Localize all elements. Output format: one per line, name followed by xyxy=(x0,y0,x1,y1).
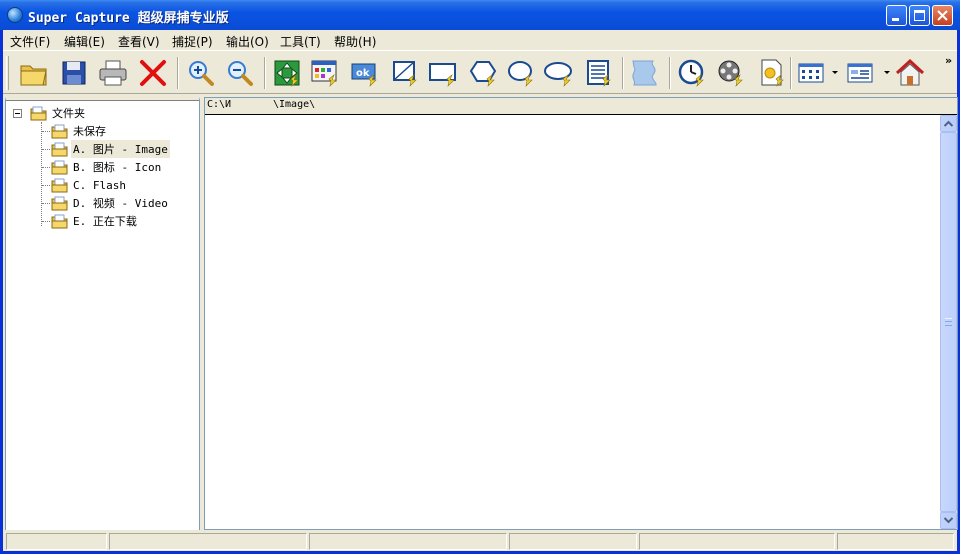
folder-icon xyxy=(51,196,68,210)
printer-icon[interactable] xyxy=(97,57,129,89)
path-prefix: C:\И xyxy=(207,99,232,110)
minimize-icon xyxy=(892,18,899,21)
timer-capture-icon[interactable] xyxy=(676,57,708,89)
capture-rounded-rect-icon[interactable] xyxy=(543,57,575,89)
image-capture-icon[interactable] xyxy=(756,57,788,89)
tree-item-label: B. 图标 - Icon xyxy=(73,161,162,174)
details-view-dropdown-arrow[interactable] xyxy=(884,71,890,74)
status-cell xyxy=(309,533,507,550)
tree-root-folder[interactable]: 文件夹 xyxy=(30,104,87,122)
scroll-down-button[interactable] xyxy=(940,512,957,529)
menu-bar: 文件(F) 编辑(E) 查看(V) 捕捉(P) 输出(O) 工具(T) 帮助(H… xyxy=(3,30,957,50)
save-disk-icon[interactable] xyxy=(58,57,90,89)
toolbar-separator xyxy=(177,57,179,89)
title-bar[interactable]: Super Capture 超级屏捕专业版 xyxy=(0,0,960,30)
zoom-out-icon[interactable] xyxy=(224,57,256,89)
maximize-icon xyxy=(914,10,925,21)
delete-x-icon[interactable] xyxy=(137,57,169,89)
tree-connector-line xyxy=(42,167,50,168)
toolbar: ok » xyxy=(3,50,957,94)
tree-item-label: C. Flash xyxy=(73,178,126,192)
tree-connector-line xyxy=(41,122,42,226)
toolbar-separator xyxy=(669,57,671,89)
grid-view-dropdown-arrow[interactable] xyxy=(832,71,838,74)
menu-edit[interactable]: 编辑(E) xyxy=(64,33,105,50)
scroll-up-button[interactable] xyxy=(940,115,957,132)
tree-item-unsaved[interactable]: 未保存 xyxy=(51,122,108,140)
tree-connector-line xyxy=(42,149,50,150)
toolbar-separator xyxy=(790,57,792,89)
maximize-button[interactable] xyxy=(909,5,930,26)
capture-window-icon[interactable] xyxy=(309,57,341,89)
grid-view-icon[interactable] xyxy=(796,57,828,89)
tree-item-image[interactable]: A. 图片 - Image xyxy=(51,140,170,158)
path-suffix: \Image\ xyxy=(273,99,316,110)
tree-item-label: 未保存 xyxy=(73,125,106,138)
toolbar-grip[interactable] xyxy=(6,56,9,90)
status-cell xyxy=(6,533,107,550)
details-view-icon[interactable] xyxy=(845,57,877,89)
tree-item-video[interactable]: D. 视频 - Video xyxy=(51,194,170,212)
status-cell xyxy=(109,533,307,550)
close-icon xyxy=(937,10,948,21)
folder-icon xyxy=(51,178,68,192)
tree-item-flash[interactable]: C. Flash xyxy=(51,176,128,194)
arrow-down-icon xyxy=(944,517,953,524)
home-icon[interactable] xyxy=(894,57,926,89)
toolbar-overflow-chevron[interactable]: » xyxy=(945,54,952,67)
minimize-button[interactable] xyxy=(886,5,907,26)
capture-button-icon[interactable]: ok xyxy=(349,57,381,89)
capture-freehand-icon[interactable] xyxy=(629,57,661,89)
tree-connector-line xyxy=(42,131,50,132)
content-panel[interactable]: C:\И \Image\ xyxy=(204,97,958,530)
vertical-scrollbar[interactable] xyxy=(940,115,957,529)
window-title: Super Capture 超级屏捕专业版 xyxy=(28,11,229,26)
capture-fixed-region-icon[interactable] xyxy=(427,57,459,89)
scrollbar-grip xyxy=(945,318,952,326)
tree-connector-line xyxy=(42,221,50,222)
status-cell xyxy=(837,533,954,550)
video-capture-icon[interactable] xyxy=(715,57,747,89)
app-icon[interactable] xyxy=(7,7,23,23)
folder-icon xyxy=(51,214,68,228)
close-button[interactable] xyxy=(932,5,953,26)
arrow-up-icon xyxy=(944,120,953,127)
tree-connector-line xyxy=(42,185,50,186)
menu-capture[interactable]: 捕捉(P) xyxy=(172,33,213,50)
tree-item-icon[interactable]: B. 图标 - Icon xyxy=(51,158,163,176)
menu-view[interactable]: 查看(V) xyxy=(118,33,160,50)
capture-rectangle-icon[interactable] xyxy=(389,57,421,89)
folder-icon xyxy=(30,106,47,120)
app-window: Super Capture 超级屏捕专业版 文件(F) 编辑(E) 查看(V) … xyxy=(0,0,960,554)
menu-tools[interactable]: 工具(T) xyxy=(280,33,321,50)
menu-help[interactable]: 帮助(H) xyxy=(334,33,376,50)
status-bar xyxy=(3,532,957,551)
tree-collapse-toggle[interactable] xyxy=(13,109,22,118)
status-cell xyxy=(639,533,835,550)
tree-item-label: A. 图片 - Image xyxy=(71,140,170,158)
menu-file[interactable]: 文件(F) xyxy=(10,33,50,50)
capture-scroll-icon[interactable] xyxy=(583,57,615,89)
open-folder-icon[interactable] xyxy=(18,57,50,89)
folder-icon xyxy=(51,160,68,174)
tree-root-label: 文件夹 xyxy=(52,107,85,120)
folder-icon xyxy=(51,124,68,138)
tree-item-label: E. 正在下载 xyxy=(73,215,137,228)
menu-output[interactable]: 输出(O) xyxy=(226,33,269,50)
toolbar-separator xyxy=(264,57,266,89)
scrollbar-thumb[interactable] xyxy=(940,132,957,512)
status-cell xyxy=(509,533,637,550)
svg-text:ok: ok xyxy=(356,68,370,79)
tree-item-downloading[interactable]: E. 正在下载 xyxy=(51,212,139,230)
tree-connector-line xyxy=(42,203,50,204)
path-bar: C:\И \Image\ xyxy=(205,98,957,115)
folder-icon xyxy=(51,142,68,156)
capture-polygon-icon[interactable] xyxy=(467,57,499,89)
zoom-in-icon[interactable] xyxy=(185,57,217,89)
capture-ellipse-icon[interactable] xyxy=(505,57,537,89)
capture-fullscreen-icon[interactable] xyxy=(271,57,303,89)
tree-item-label: D. 视频 - Video xyxy=(73,197,168,210)
toolbar-separator xyxy=(622,57,624,89)
